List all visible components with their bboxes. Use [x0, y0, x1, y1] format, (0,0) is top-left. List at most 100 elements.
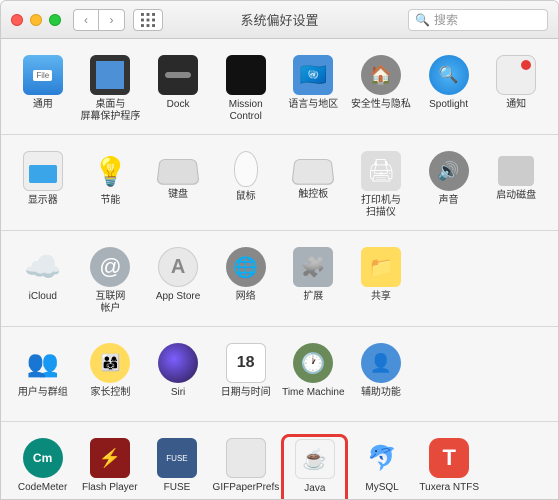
mysql-icon	[362, 438, 402, 478]
pref-siri[interactable]: Siri	[144, 339, 212, 413]
pref-mysql[interactable]: MySQL	[348, 434, 415, 500]
pref-users[interactable]: 用户与群组	[9, 339, 77, 413]
mission-icon	[226, 55, 266, 95]
pref-label: 鼠标	[236, 191, 256, 213]
pref-label: MySQL	[365, 482, 398, 500]
pref-mission[interactable]: Mission Control	[212, 51, 280, 126]
pref-icloud[interactable]: iCloud	[9, 243, 77, 318]
startup-icon	[498, 156, 534, 186]
pref-label: iCloud	[29, 291, 57, 313]
pref-share[interactable]: 共享	[347, 243, 415, 318]
pref-spotlight[interactable]: Spotlight	[415, 51, 483, 126]
pref-label: 打印机与 扫描仪	[361, 195, 401, 218]
pref-sound[interactable]: 声音	[415, 147, 483, 222]
pref-lang[interactable]: 语言与地区	[280, 51, 348, 126]
pref-general[interactable]: 通用	[9, 51, 77, 126]
internet-icon	[90, 247, 130, 287]
pref-java[interactable]: Java	[281, 434, 348, 500]
pref-access[interactable]: 辅助功能	[347, 339, 415, 413]
pref-label: Tuxera NTFS	[419, 482, 479, 500]
search-placeholder: 搜索	[434, 11, 458, 28]
pref-keyboard[interactable]: 键盘	[144, 147, 212, 222]
pref-appstore[interactable]: App Store	[144, 243, 212, 318]
pref-row-0: 通用 桌面与 屏幕保护程序 Dock Mission Control 语言与地区安全性与…	[1, 39, 558, 135]
pref-row-4: CodeMeter Flash Player FUSE GIFPaperPrefsJa…	[1, 422, 558, 500]
keyboard-icon	[156, 159, 199, 185]
fuse-icon	[157, 438, 197, 478]
spotlight-icon	[429, 55, 469, 95]
pref-label: FUSE	[164, 482, 191, 500]
network-icon	[226, 247, 266, 287]
pref-flash[interactable]: Flash Player	[76, 434, 143, 500]
search-icon: 🔍	[415, 13, 430, 27]
icloud-icon	[23, 247, 63, 287]
users-icon	[23, 343, 63, 383]
pref-ext[interactable]: 扩展	[280, 243, 348, 318]
titlebar: ‹ › 系统偏好设置 🔍 搜索	[1, 1, 558, 39]
notif-icon	[496, 55, 536, 95]
pref-gif[interactable]: GIFPaperPrefs	[211, 434, 282, 500]
minimize-button[interactable]	[30, 14, 42, 26]
pref-dock[interactable]: Dock	[144, 51, 212, 126]
pref-label: Siri	[171, 387, 185, 409]
pref-security[interactable]: 安全性与隐私	[347, 51, 415, 126]
pref-tuxera[interactable]: Tuxera NTFS	[416, 434, 483, 500]
access-icon	[361, 343, 401, 383]
pref-row-2: iCloud 互联网 帐户 App Store网络扩展 共享	[1, 231, 558, 327]
pref-energy[interactable]: 节能	[77, 147, 145, 222]
tuxera-icon	[429, 438, 469, 478]
pref-label: 共享	[371, 291, 391, 313]
close-button[interactable]	[11, 14, 23, 26]
forward-button[interactable]: ›	[99, 9, 125, 31]
pref-printer[interactable]: 打印机与 扫描仪	[347, 147, 415, 222]
pref-date[interactable]: 日期与时间	[212, 339, 280, 413]
pref-label: 扩展	[303, 291, 323, 313]
pref-label: 用户与群组	[18, 387, 68, 409]
flash-icon	[90, 438, 130, 478]
pref-label: 语言与地区	[288, 99, 338, 121]
search-field[interactable]: 🔍 搜索	[408, 9, 548, 31]
pref-label: 家长控制	[90, 387, 130, 409]
pref-display[interactable]: 显示器	[9, 147, 77, 222]
pref-internet[interactable]: 互联网 帐户	[77, 243, 145, 318]
java-icon	[295, 439, 335, 479]
pref-label: 声音	[439, 195, 459, 217]
sound-icon	[429, 151, 469, 191]
parent-icon	[90, 343, 130, 383]
pref-label: 显示器	[28, 195, 58, 217]
pref-codemeter[interactable]: CodeMeter	[9, 434, 76, 500]
pref-startup[interactable]: 启动磁盘	[482, 147, 550, 222]
pref-label: 通用	[33, 99, 53, 121]
pref-label: 辅助功能	[361, 387, 401, 409]
pref-trackpad[interactable]: 触控板	[280, 147, 348, 222]
pref-label: 通知	[506, 99, 526, 121]
pref-fuse[interactable]: FUSE	[143, 434, 210, 500]
pref-label: Time Machine	[282, 387, 344, 409]
pref-label: 触控板	[298, 189, 328, 211]
pref-notif[interactable]: 通知	[482, 51, 550, 126]
pref-mouse[interactable]: 鼠标	[212, 147, 280, 222]
siri-icon	[158, 343, 198, 383]
display-icon	[23, 151, 63, 191]
pref-label: Flash Player	[82, 482, 138, 500]
pref-tm[interactable]: Time Machine	[280, 339, 348, 413]
general-icon	[23, 55, 63, 95]
dock-icon	[158, 55, 198, 95]
gif-icon	[226, 438, 266, 478]
show-all-button[interactable]	[133, 9, 163, 31]
zoom-button[interactable]	[49, 14, 61, 26]
pref-network[interactable]: 网络	[212, 243, 280, 318]
lang-icon	[293, 55, 333, 95]
mouse-icon	[234, 151, 258, 187]
appstore-icon	[158, 247, 198, 287]
pref-row-1: 显示器节能键盘 鼠标 触控板 打印机与 扫描仪 声音 启动磁盘	[1, 135, 558, 231]
pref-desktop[interactable]: 桌面与 屏幕保护程序	[77, 51, 145, 126]
pref-parent[interactable]: 家长控制	[77, 339, 145, 413]
pref-label: Dock	[167, 99, 190, 121]
back-button[interactable]: ‹	[73, 9, 99, 31]
tm-icon	[293, 343, 333, 383]
codemeter-icon	[23, 438, 63, 478]
pref-label: 安全性与隐私	[351, 99, 411, 121]
pref-label: 互联网 帐户	[95, 291, 125, 314]
pref-label: 键盘	[168, 189, 188, 211]
